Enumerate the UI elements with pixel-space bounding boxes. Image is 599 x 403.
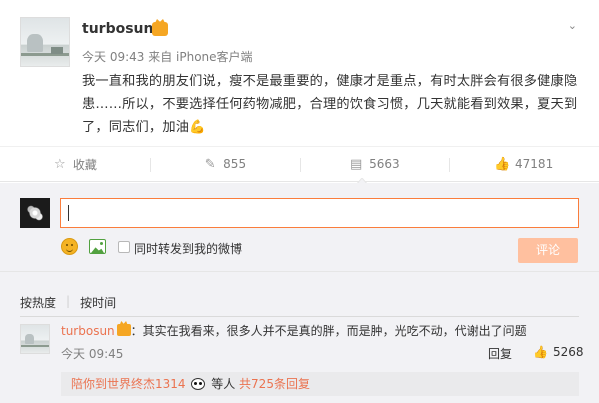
submit-comment-button[interactable]: 评论	[518, 238, 578, 263]
subreply-middle-text: 等人	[211, 377, 236, 391]
repost-button[interactable]: ✎ 855	[149, 147, 300, 181]
user-avatar[interactable]	[20, 17, 70, 67]
favorite-button[interactable]: ☆ 收藏	[0, 147, 150, 181]
reply-timestamp: 今天 09:45	[61, 347, 124, 361]
vip-crown-icon[interactable]	[152, 22, 168, 36]
star-icon: ☆	[54, 156, 66, 172]
avatar-ground-shape	[21, 345, 49, 347]
comment-input[interactable]	[60, 198, 579, 228]
subreplies-summary[interactable]: 陪你到世界终杰1314 等人 共725条回复	[61, 372, 579, 396]
comment-section: 同时转发到我的微博 评论 按热度 | 按时间 turbosun ：其实在我看来，很…	[0, 183, 599, 403]
post-action-bar: ☆ 收藏 ✎ 855 ▤ 5663 👍 47181	[0, 146, 599, 182]
reply-text: ：其实在我看来，很多人并不是真的胖，而是肿，光吃不动，代谢出了问题	[130, 324, 527, 338]
post-username[interactable]: turbosun	[82, 21, 153, 37]
chevron-down-icon[interactable]: ⌄	[568, 19, 577, 32]
avatar-hut-shape	[51, 47, 63, 54]
comment-icon: ▤	[349, 156, 363, 172]
panda-emoji-icon	[191, 378, 206, 390]
post-text: 我一直和我的朋友们说，瘦不是最重要的，健康才是重点，有时太胖会有很多健康隐患………	[82, 74, 578, 135]
post-timestamp-source: 今天 09:43 来自 iPhone客户端	[82, 50, 253, 64]
reply-like-button[interactable]: 👍 5268	[533, 345, 584, 359]
tab-sort-by-hot[interactable]: 按热度	[20, 294, 56, 311]
thumbs-up-icon: 👍	[493, 156, 511, 172]
sort-tabs: 按热度 | 按时间	[20, 294, 116, 311]
reply-like-count: 5268	[552, 345, 584, 359]
repost-checkbox[interactable]	[118, 241, 130, 253]
reply-button[interactable]: 回复	[488, 345, 512, 362]
avatar-tree-shape	[27, 34, 43, 52]
thumbs-up-icon: 👍	[533, 345, 548, 359]
text-cursor	[68, 205, 69, 221]
weibo-post: turbosun 今天 09:43 来自 iPhone客户端 ⌄ 我一直和我的朋…	[0, 0, 599, 145]
emoji-icon[interactable]	[61, 238, 78, 255]
repost-icon: ✎	[204, 156, 216, 172]
avatar-tree-shape	[25, 334, 34, 344]
current-user-avatar[interactable]	[20, 198, 50, 228]
favorite-label: 收藏	[72, 157, 97, 172]
subreply-user-link[interactable]: 陪你到世界终杰1314	[71, 377, 186, 391]
like-count: 47181	[515, 157, 554, 171]
divider	[0, 271, 599, 272]
like-button[interactable]: 👍 47181	[449, 147, 599, 181]
reply-user-avatar[interactable]	[20, 324, 50, 354]
repost-checkbox-label[interactable]: 同时转发到我的微博	[134, 240, 242, 257]
subreply-count-link[interactable]: 共725条回复	[239, 377, 310, 391]
comment-count: 5663	[369, 157, 400, 171]
image-upload-icon[interactable]	[89, 239, 106, 254]
avatar-flower-shape	[25, 204, 45, 222]
comment-button[interactable]: ▤ 5663	[299, 147, 450, 181]
tab-sort-by-time[interactable]: 按时间	[80, 294, 116, 311]
reply-content: turbosun ：其实在我看来，很多人并不是真的胖，而是肿，光吃不动，代谢出了问…	[61, 322, 527, 339]
tab-separator: |	[66, 294, 71, 308]
divider	[20, 316, 579, 317]
vip-crown-icon[interactable]	[116, 324, 131, 336]
repost-count: 855	[223, 157, 247, 171]
reply-username[interactable]: turbosun	[61, 324, 115, 338]
